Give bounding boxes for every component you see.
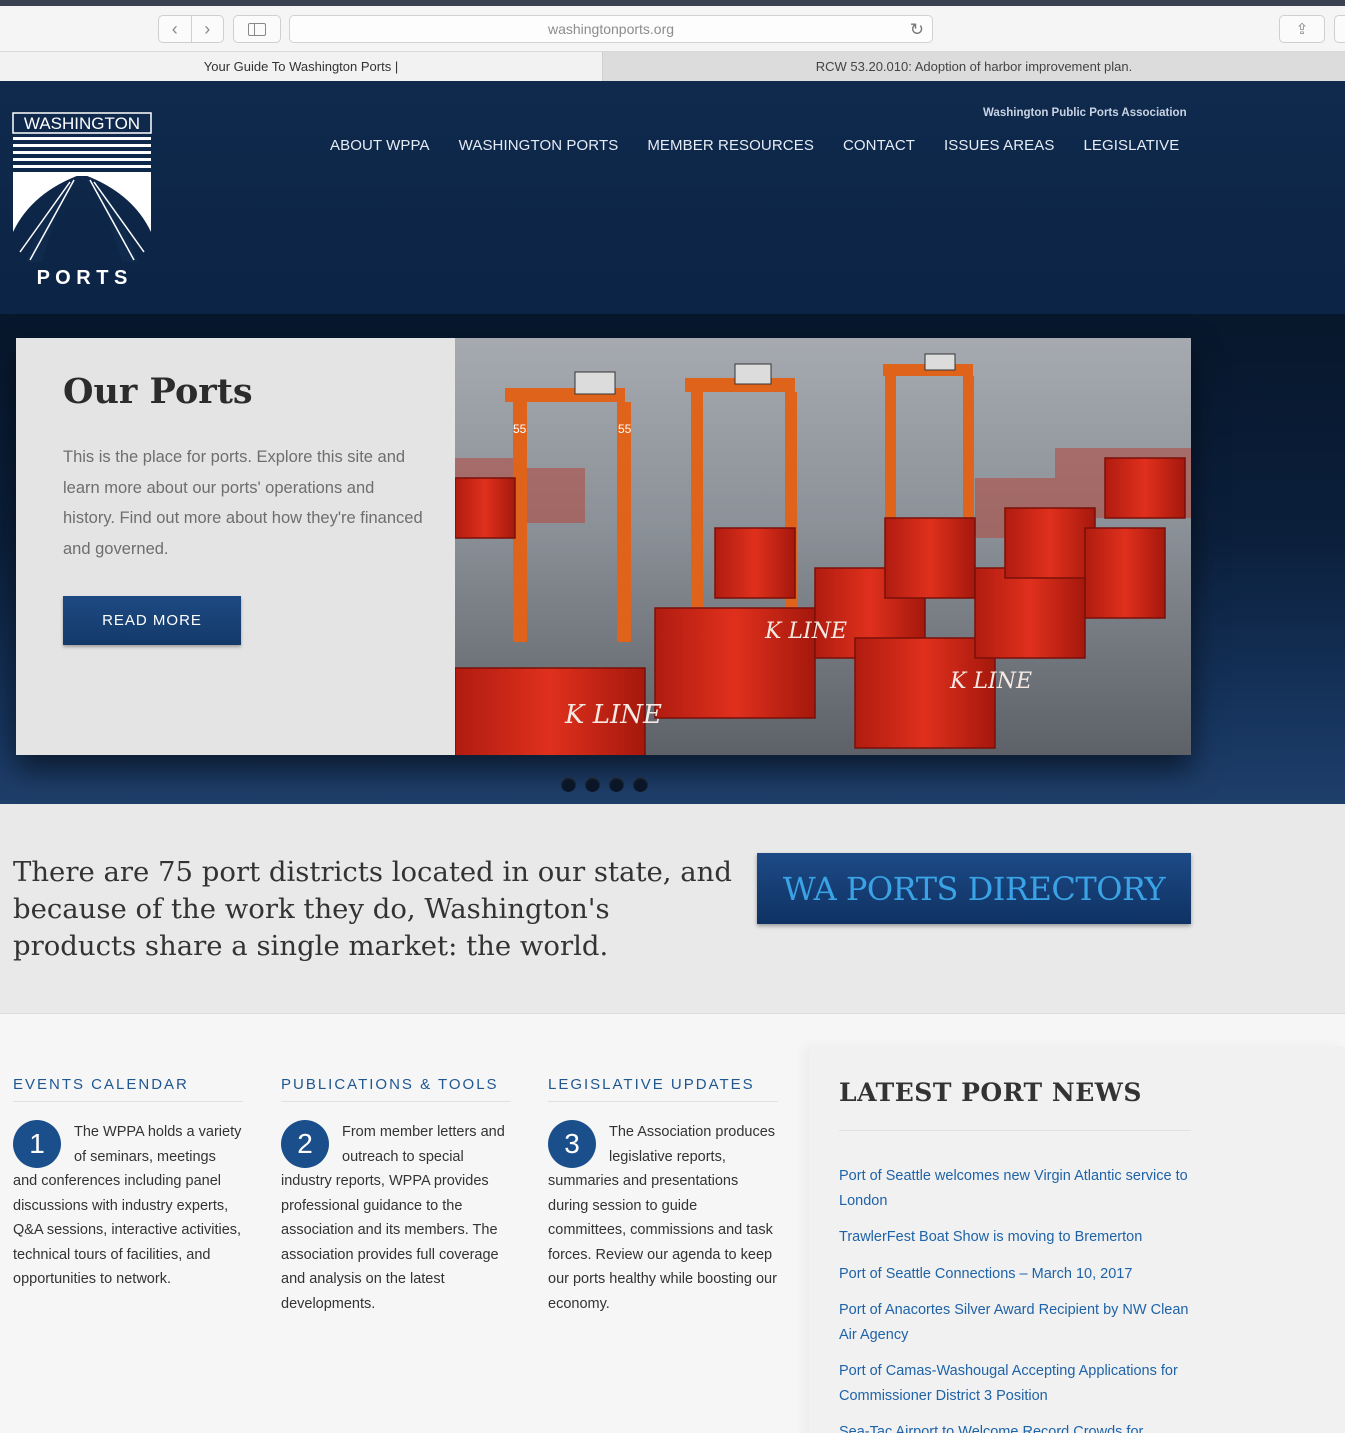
wppa-logo[interactable]: WASHINGTON P O R T S xyxy=(12,112,152,288)
sidebar-toggle-button[interactable] xyxy=(233,15,281,43)
lower-content: EVENTS CALENDAR 1 The WPPA holds a varie… xyxy=(0,1014,1345,1433)
news-item[interactable]: Port of Camas-Washougal Accepting Applic… xyxy=(839,1359,1189,1408)
tab-washington-ports[interactable]: Your Guide To Washington Ports | xyxy=(0,52,603,81)
number-badge-3: 3 xyxy=(548,1120,596,1168)
nav-about-wppa[interactable]: ABOUT WPPA xyxy=(330,137,430,154)
association-name: Washington Public Ports Association xyxy=(983,107,1187,119)
svg-text:55: 55 xyxy=(513,422,527,436)
svg-text:55: 55 xyxy=(618,422,632,436)
forward-icon[interactable]: › xyxy=(192,16,224,42)
nav-legislative[interactable]: LEGISLATIVE xyxy=(1083,137,1179,154)
nav-member-resources[interactable]: MEMBER RESOURCES xyxy=(647,137,814,154)
intro-band: There are 75 port districts located in o… xyxy=(0,804,1345,1014)
history-buttons: ‹ › xyxy=(158,15,224,43)
main-nav: ABOUT WPPA WASHINGTON PORTS MEMBER RESOU… xyxy=(330,137,1179,154)
site-header: WASHINGTON P O R T S Washington Public P… xyxy=(0,81,1345,314)
slider-dot-1[interactable] xyxy=(561,777,576,792)
news-title: LATEST PORT NEWS xyxy=(839,1078,1142,1107)
url-text: washingtonports.org xyxy=(547,21,675,37)
legislative-updates-body: 3 The Association produces legislative r… xyxy=(548,1120,778,1316)
svg-text:K LINE: K LINE xyxy=(949,669,1032,694)
svg-text:WASHINGTON: WASHINGTON xyxy=(24,114,140,133)
share-icon: ⇪ xyxy=(1295,21,1309,38)
news-item[interactable]: TrawlerFest Boat Show is moving to Breme… xyxy=(839,1225,1189,1250)
tab-bar: Your Guide To Washington Ports | RCW 53.… xyxy=(0,52,1345,81)
news-item[interactable]: Port of Anacortes Silver Award Recipient… xyxy=(839,1298,1189,1347)
slide-text-panel: Our Ports This is the place for ports. E… xyxy=(16,338,455,755)
intro-statement: There are 75 port districts located in o… xyxy=(13,856,732,962)
slider-dot-3[interactable] xyxy=(609,777,624,792)
events-calendar-heading[interactable]: EVENTS CALENDAR xyxy=(13,1076,243,1102)
back-icon[interactable]: ‹ xyxy=(159,16,192,42)
wa-ports-directory-button[interactable]: WA PORTS DIRECTORY xyxy=(757,853,1191,924)
svg-text:K LINE: K LINE xyxy=(764,619,847,644)
port-containers-photo: K LINE K LINE K LINE 55 55 xyxy=(455,338,1191,755)
svg-text:P O R T S: P O R T S xyxy=(37,267,128,288)
number-badge-2: 2 xyxy=(281,1120,329,1168)
slide-body: This is the place for ports. Explore thi… xyxy=(63,448,423,558)
publications-tools-body: 2 From member letters and outreach to sp… xyxy=(281,1120,511,1316)
news-item[interactable]: Port of Seattle Connections – March 10, … xyxy=(839,1262,1189,1287)
hero-slider: Our Ports This is the place for ports. E… xyxy=(0,314,1345,804)
tab-rcw[interactable]: RCW 53.20.010: Adoption of harbor improv… xyxy=(603,52,1345,81)
publications-tools-column: PUBLICATIONS & TOOLS 2 From member lette… xyxy=(281,1076,511,1316)
news-list: Port of Seattle welcomes new Virgin Atla… xyxy=(839,1164,1189,1433)
share-button[interactable]: ⇪ xyxy=(1279,15,1325,43)
nav-contact[interactable]: CONTACT xyxy=(843,137,915,154)
events-calendar-body: 1 The WPPA holds a variety of seminars, … xyxy=(13,1120,243,1292)
number-badge-1: 1 xyxy=(13,1120,61,1168)
sidebar-icon xyxy=(248,22,266,36)
slider-dot-4[interactable] xyxy=(633,777,648,792)
slider-dot-2[interactable] xyxy=(585,777,600,792)
news-item[interactable]: Port of Seattle welcomes new Virgin Atla… xyxy=(839,1164,1189,1213)
slide-title: Our Ports xyxy=(63,371,253,412)
toolbar-overflow-button[interactable] xyxy=(1334,15,1345,43)
slide: Our Ports This is the place for ports. E… xyxy=(16,338,1191,755)
reload-icon[interactable]: ↻ xyxy=(910,20,924,40)
browser-toolbar: ‹ › washingtonports.org ↻ ⇪ xyxy=(0,6,1345,52)
slider-dots xyxy=(561,777,648,792)
nav-washington-ports[interactable]: WASHINGTON PORTS xyxy=(459,137,619,154)
latest-port-news: LATEST PORT NEWS Port of Seattle welcome… xyxy=(809,1046,1345,1433)
read-more-button[interactable]: READ MORE xyxy=(63,596,241,645)
publications-tools-heading[interactable]: PUBLICATIONS & TOOLS xyxy=(281,1076,511,1102)
nav-issues-areas[interactable]: ISSUES AREAS xyxy=(944,137,1054,154)
legislative-updates-column: LEGISLATIVE UPDATES 3 The Association pr… xyxy=(548,1076,778,1316)
address-bar[interactable]: washingtonports.org ↻ xyxy=(289,15,933,43)
svg-text:K LINE: K LINE xyxy=(564,700,662,730)
legislative-updates-heading[interactable]: LEGISLATIVE UPDATES xyxy=(548,1076,778,1102)
news-divider xyxy=(839,1130,1191,1131)
events-calendar-column: EVENTS CALENDAR 1 The WPPA holds a varie… xyxy=(13,1076,243,1292)
news-item[interactable]: Sea-Tac Airport to Welcome Record Crowds… xyxy=(839,1420,1189,1433)
